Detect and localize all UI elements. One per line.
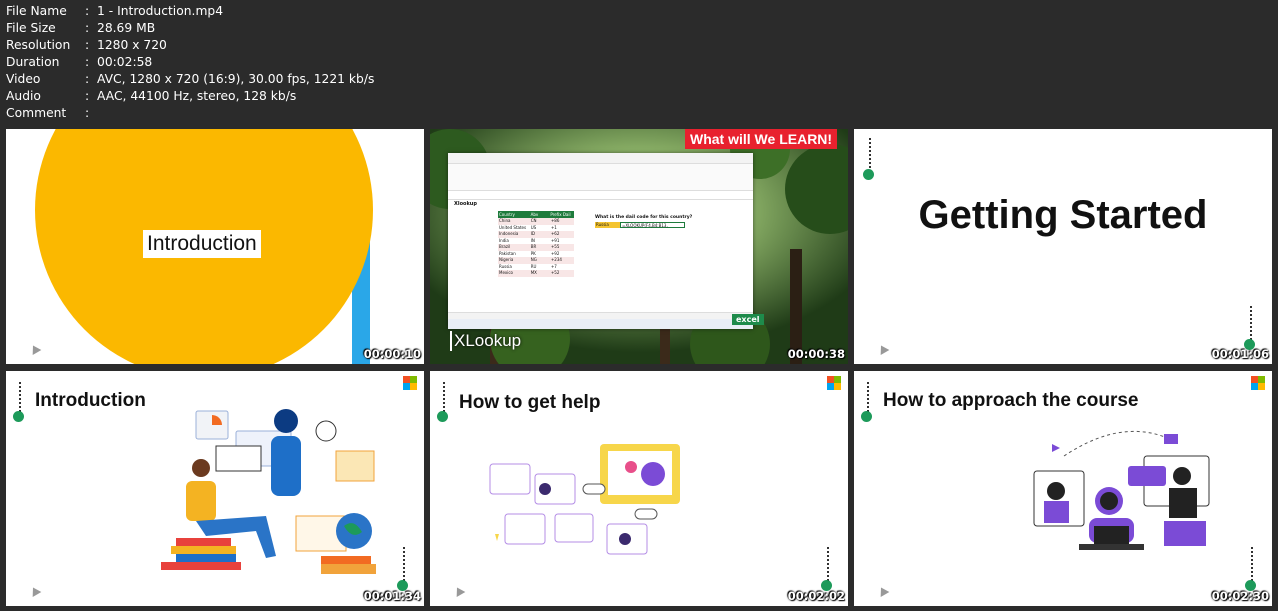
dots-decoration-top — [861, 381, 872, 433]
dots-decoration-top — [863, 137, 874, 189]
excel-window: Xlookup Country Abv Prefix Dail China CN +… — [448, 153, 753, 329]
meta-row-video: Video: AVC, 1280 x 720 (16:9), 30.00 fps,… — [6, 72, 375, 86]
meta-row-file-name: File Name:1 - Introduction.mp4 — [6, 4, 224, 18]
meta-row-comment: Comment: — [6, 106, 90, 120]
timestamp: 00:01:34 — [363, 589, 421, 603]
cursor-icon — [876, 585, 890, 597]
microsoft-logo — [403, 376, 417, 390]
thumbnail-5[interactable]: How to get help 00:02:02 — [430, 371, 848, 606]
data-table: Country Abv Prefix Dail China CN +86 United… — [498, 211, 574, 277]
cursor-icon — [452, 585, 466, 597]
thumbnail-3[interactable]: Getting Started 00:01:06 — [854, 129, 1272, 364]
table-header: Country Abv Prefix Dail — [498, 211, 574, 218]
excel-tag: excel — [732, 314, 764, 325]
study-illustration — [161, 409, 376, 574]
meta-row-resolution: Resolution:1280 x 720 — [6, 38, 167, 52]
dots-decoration-top — [437, 381, 448, 433]
thumbnail-4[interactable]: Introduction 00:01:34 — [6, 371, 424, 606]
excel-ribbon — [448, 164, 753, 191]
formula-bar — [448, 191, 753, 200]
timestamp: 00:00:38 — [787, 347, 845, 361]
microsoft-logo — [1251, 376, 1265, 390]
thumbnail-1[interactable]: Introduction 00:00:10 — [6, 129, 424, 364]
table-row: Mexico MX +52 — [498, 270, 574, 277]
slide-title: How to approach the course — [883, 390, 1139, 411]
slide-title: Getting Started — [918, 193, 1208, 237]
timestamp: 00:02:30 — [1211, 589, 1269, 603]
timestamp: 00:00:10 — [363, 347, 421, 361]
cursor-icon — [28, 343, 42, 355]
lookup-row: Russia =XLOOKUP(F4,B4:B13, — [595, 222, 685, 228]
meta-row-audio: Audio: AAC, 44100 Hz, stereo, 128 kb/s — [6, 89, 297, 103]
meta-row-file-size: File Size:28.69 MB — [6, 21, 156, 35]
sheet-tabs — [448, 312, 753, 319]
timestamp: 00:01:06 — [1211, 347, 1269, 361]
timestamp: 00:02:02 — [787, 589, 845, 603]
help-illustration — [489, 444, 680, 555]
online-learning-illustration — [1033, 430, 1210, 550]
dots-decoration-top — [13, 381, 24, 433]
thumbnail-6[interactable]: How to approach the course 00:02:30 — [854, 371, 1272, 606]
sheet-title: Xlookup — [454, 201, 477, 207]
excel-titlebar — [448, 153, 753, 164]
meta-row-duration: Duration:00:02:58 — [6, 55, 153, 69]
microsoft-logo — [827, 376, 841, 390]
cursor-icon — [876, 343, 890, 355]
learn-banner: What will We LEARN! — [685, 129, 838, 149]
slide-title: Introduction — [35, 390, 146, 411]
thumbnail-2[interactable]: What will We LEARN! Xlookup Country Abv … — [430, 129, 848, 364]
slide-title: How to get help — [459, 392, 601, 413]
file-metadata: File Name:1 - Introduction.mp4 File Size… — [6, 3, 374, 122]
sheet-question: What is the dail code for this country? — [595, 215, 693, 220]
taskbar — [448, 319, 753, 329]
cursor-icon — [28, 585, 42, 597]
caption: XLookup — [450, 331, 521, 351]
slide-title: Introduction — [143, 230, 261, 258]
